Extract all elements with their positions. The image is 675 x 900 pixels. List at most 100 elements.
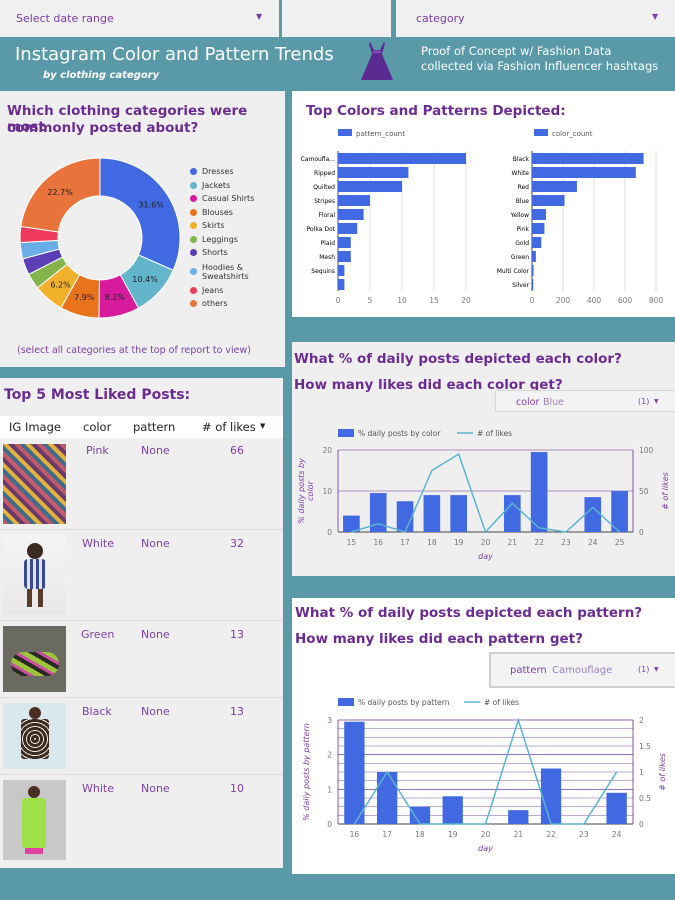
col-pattern[interactable]: pattern bbox=[133, 420, 175, 434]
pattern-filter-count: (1) bbox=[638, 665, 650, 674]
report-title: Instagram Color and Pattern Trends bbox=[15, 44, 334, 65]
top-colors-patterns-panel: Top Colors and Patterns Depicted: patter… bbox=[292, 91, 675, 317]
legend-swatch bbox=[338, 429, 354, 437]
color-daily-title1: What % of daily posts depicted each colo… bbox=[294, 351, 622, 367]
post-image[interactable] bbox=[3, 703, 66, 769]
sort-desc-icon[interactable]: ▼ bbox=[260, 422, 265, 430]
legend-label: Jeans bbox=[202, 285, 224, 295]
y-tick-label: 0 bbox=[327, 820, 332, 829]
legend-item[interactable]: Jackets bbox=[190, 179, 254, 193]
pattern-filter-dropdown[interactable]: pattern Camouflage (1) ▼ bbox=[489, 652, 675, 688]
pattern-count-chart[interactable]: pattern_count 0 5 10 15 20 Camoufla... Ripped Qu… bbox=[292, 127, 482, 309]
y-tick-label: 20 bbox=[322, 446, 332, 455]
legend-item[interactable]: Shorts bbox=[190, 246, 254, 260]
row-pattern: None bbox=[141, 705, 170, 718]
y2-tick-label: 1.5 bbox=[639, 742, 651, 751]
color-count-chart[interactable]: color_count 0 200 400 600 800 Black White Red Blu… bbox=[482, 127, 675, 309]
x-tick-label: 16 bbox=[350, 830, 360, 839]
x-tick-label: 24 bbox=[612, 830, 622, 839]
legend-item[interactable]: Hoodies & Sweatshirts bbox=[190, 260, 254, 284]
x-tick-label: 0 bbox=[336, 296, 341, 305]
chevron-down-icon: ▼ bbox=[652, 12, 659, 21]
bar bbox=[396, 501, 414, 532]
slice-label: 8.2% bbox=[105, 293, 126, 302]
bar bbox=[532, 251, 536, 262]
row-likes: 13 bbox=[230, 705, 244, 718]
x-tick-label: 22 bbox=[546, 830, 556, 839]
legend-item[interactable]: others bbox=[190, 297, 254, 311]
y2-tick-label: 0.5 bbox=[639, 794, 651, 803]
slice-label: 7.9% bbox=[74, 293, 95, 302]
bar bbox=[584, 497, 602, 532]
color-filter-dropdown[interactable]: color Blue (1) ▼ bbox=[495, 390, 675, 412]
report-note-line1: Proof of Concept w/ Fashion Data bbox=[421, 44, 612, 58]
legend-item[interactable]: Casual Shirts bbox=[190, 192, 254, 206]
y-tick-label: Plaid bbox=[321, 240, 336, 247]
y2-tick-label: 0 bbox=[639, 820, 644, 829]
y2-tick-label: 0 bbox=[639, 528, 644, 537]
y-tick-label: Green bbox=[511, 254, 529, 261]
post-image[interactable] bbox=[3, 626, 66, 692]
table-row[interactable]: Pink None 66 bbox=[0, 438, 283, 530]
category-donut-chart[interactable]: 31.6% 10.4% 8.2% 7.9%6.2% 22.7% bbox=[15, 153, 185, 323]
y-axis-label: % daily posts by pattern bbox=[302, 723, 311, 821]
legend-item[interactable]: Dresses bbox=[190, 165, 254, 179]
y2-axis-label: # of likes bbox=[658, 753, 667, 791]
table-row[interactable]: White None 32 bbox=[0, 531, 283, 621]
pattern-filter-value: Camouflage bbox=[552, 665, 613, 676]
color-daily-combo-chart[interactable]: % daily posts by color # of likes 0 10 20 0 50… bbox=[292, 424, 675, 569]
legend-swatch bbox=[190, 235, 197, 243]
x-tick-label: 23 bbox=[579, 830, 589, 839]
row-pattern: None bbox=[141, 537, 170, 550]
post-image[interactable] bbox=[3, 780, 66, 860]
legend-label: Dresses bbox=[202, 167, 234, 177]
bar bbox=[338, 167, 409, 178]
y-tick-label: Quilted bbox=[313, 184, 335, 191]
bar bbox=[532, 279, 534, 290]
pattern-daily-combo-chart[interactable]: % daily posts by pattern # of likes012300… bbox=[292, 690, 675, 860]
donut-slice bbox=[99, 157, 181, 271]
post-image[interactable] bbox=[3, 535, 66, 615]
table-row[interactable]: Black None 13 bbox=[0, 699, 283, 775]
row-pattern: None bbox=[141, 628, 170, 641]
table-row[interactable]: White None 10 bbox=[0, 776, 283, 866]
table-row[interactable]: Green None 13 bbox=[0, 622, 283, 698]
col-color[interactable]: color bbox=[83, 420, 111, 434]
posts-table-header: IG Image color pattern # of likes ▼ bbox=[0, 416, 283, 438]
post-image[interactable] bbox=[3, 444, 66, 524]
legend-label: Blouses bbox=[202, 207, 233, 217]
y-axis-label-line: color bbox=[306, 480, 315, 500]
y-tick-label: Ripped bbox=[314, 170, 335, 177]
x-tick-label: 800 bbox=[649, 296, 664, 305]
legend-label: % daily posts by pattern bbox=[358, 698, 450, 707]
x-axis-label: day bbox=[478, 844, 493, 853]
category-filter[interactable]: category ▼ bbox=[396, 0, 675, 37]
col-ig-image[interactable]: IG Image bbox=[9, 420, 61, 434]
y2-axis-label: # of likes bbox=[661, 472, 670, 510]
date-range-filter[interactable]: Select date range ▼ bbox=[0, 0, 279, 37]
pattern-filter-label: pattern bbox=[510, 665, 547, 676]
legend-item[interactable]: Blouses bbox=[190, 206, 254, 220]
row-pattern: None bbox=[141, 782, 170, 795]
bar bbox=[508, 810, 529, 824]
legend-item[interactable]: Leggings bbox=[190, 233, 254, 247]
legend-label: Jackets bbox=[202, 180, 231, 190]
col-likes[interactable]: # of likes bbox=[202, 420, 256, 434]
legend-swatch bbox=[190, 208, 197, 216]
date-range-label: Select date range bbox=[16, 12, 114, 25]
x-tick-label: 23 bbox=[561, 538, 571, 547]
y-tick-label: 3 bbox=[327, 716, 332, 725]
bar bbox=[377, 772, 398, 824]
legend-item[interactable]: Skirts bbox=[190, 219, 254, 233]
legend-item[interactable]: Jeans bbox=[190, 284, 254, 298]
legend-swatch bbox=[190, 181, 197, 189]
categories-footnote: (select all categories at the top of rep… bbox=[17, 345, 252, 356]
category-label: category bbox=[416, 12, 465, 25]
y-tick-label: White bbox=[512, 170, 530, 177]
x-tick-label: 20 bbox=[481, 538, 491, 547]
legend-label: % daily posts by color bbox=[358, 429, 441, 438]
x-tick-label: 24 bbox=[588, 538, 598, 547]
bar bbox=[338, 279, 345, 290]
x-tick-label: 21 bbox=[508, 538, 518, 547]
bar bbox=[338, 237, 351, 248]
